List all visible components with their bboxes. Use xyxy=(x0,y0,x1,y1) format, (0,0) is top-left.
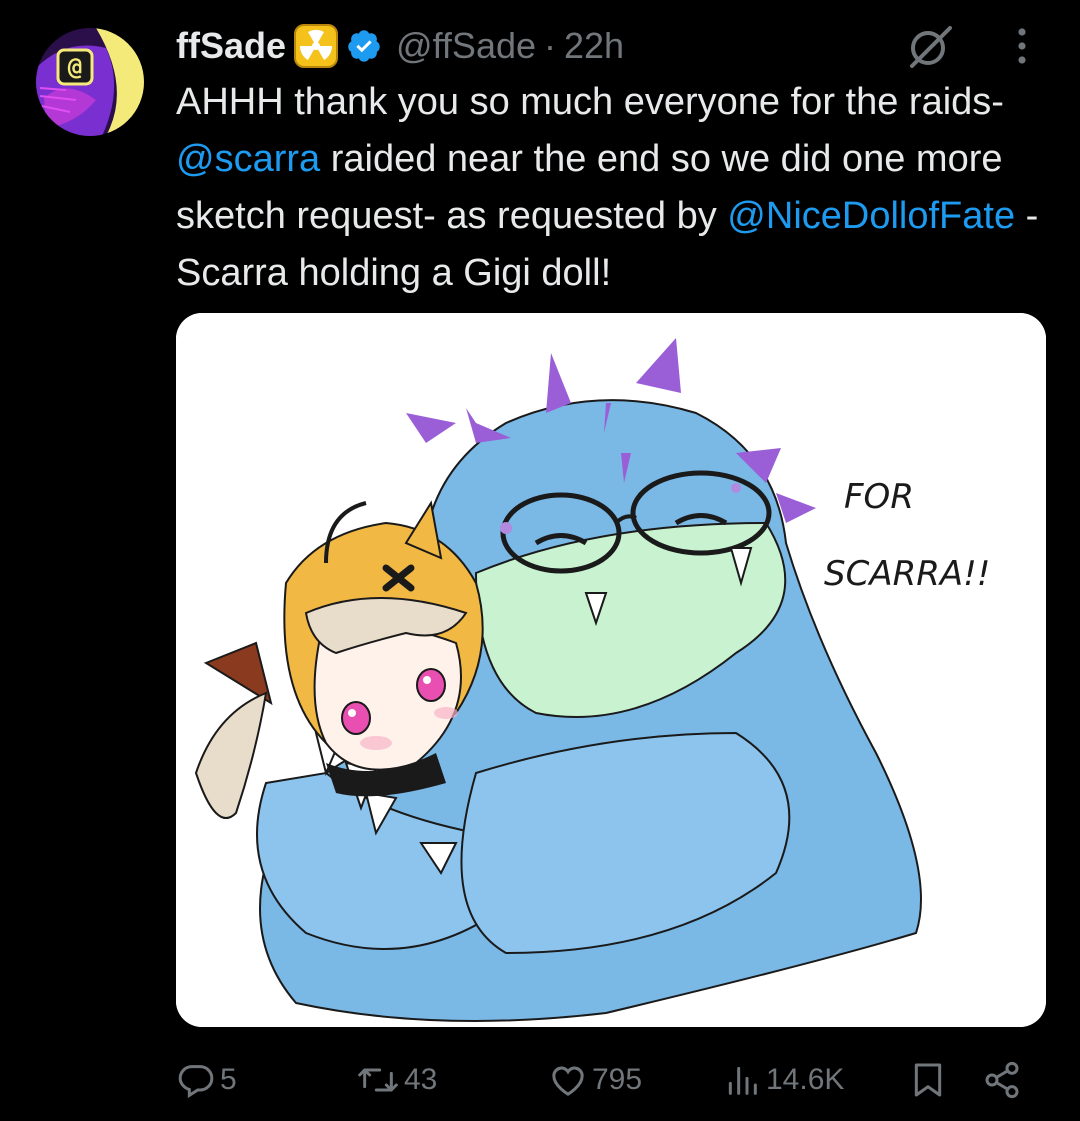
verified-badge-icon xyxy=(346,28,382,64)
like-count: 795 xyxy=(592,1063,643,1096)
mention-link[interactable]: @scarra xyxy=(176,138,320,180)
like-button[interactable]: 795 xyxy=(548,1052,642,1108)
share-button[interactable] xyxy=(982,1052,1022,1108)
retweet-count: 43 xyxy=(404,1063,438,1096)
mention-link[interactable]: @NiceDollofFate xyxy=(727,195,1015,237)
radioactive-emoji-icon xyxy=(294,24,339,68)
tweet-header: ffSade @ffSade · 22h xyxy=(176,20,624,72)
caption-line1: FOR xyxy=(844,477,914,517)
separator-dot: · xyxy=(544,25,557,66)
grok-icon[interactable] xyxy=(904,22,954,72)
more-options-icon[interactable] xyxy=(1004,24,1040,68)
tweet-actions-bar: 5 43 795 14.6K xyxy=(176,1052,1036,1108)
retweet-button[interactable]: 43 xyxy=(356,1052,437,1108)
views-count: 14.6K xyxy=(766,1063,845,1096)
bookmark-icon xyxy=(908,1060,948,1100)
bookmark-button[interactable] xyxy=(908,1052,948,1108)
author-handle[interactable]: @ffSade xyxy=(396,25,536,67)
timestamp[interactable]: 22h xyxy=(564,25,624,67)
reply-icon xyxy=(176,1060,216,1100)
tweet-text: AHHH thank you so much everyone for the … xyxy=(176,74,1056,302)
retweet-icon xyxy=(356,1060,400,1100)
heart-icon xyxy=(548,1060,588,1100)
tweet-text-segment: AHHH thank you so much everyone for the … xyxy=(176,81,1004,123)
views-chart-icon xyxy=(722,1060,762,1100)
svg-text:@: @ xyxy=(68,53,82,81)
views-button[interactable]: 14.6K xyxy=(722,1052,844,1108)
share-icon xyxy=(982,1060,1022,1100)
display-name[interactable]: ffSade xyxy=(176,25,286,67)
avatar[interactable]: @ xyxy=(36,28,144,136)
reply-count: 5 xyxy=(220,1063,237,1096)
reply-button[interactable]: 5 xyxy=(176,1052,237,1108)
tweet-media-image[interactable]: FOR SCARRA!! xyxy=(176,313,1046,1027)
caption-line2: SCARRA!! xyxy=(824,554,990,594)
